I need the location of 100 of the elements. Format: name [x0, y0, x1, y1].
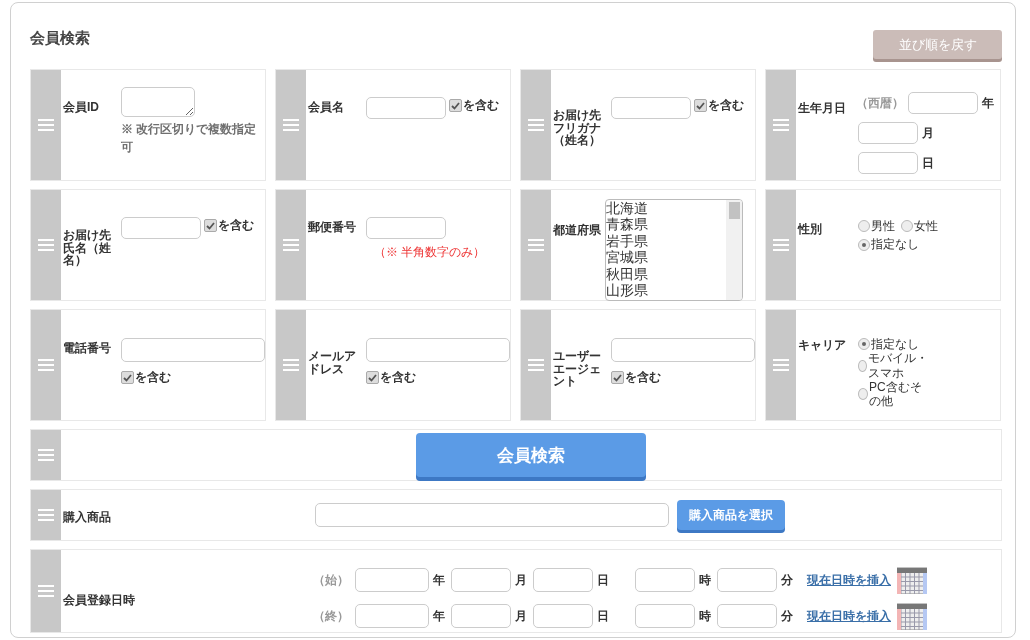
- unit-label: 時: [699, 607, 711, 625]
- list-option[interactable]: 秋田県: [606, 265, 726, 283]
- list-option[interactable]: 山形県: [606, 282, 726, 299]
- radio-label: 女性: [914, 219, 938, 234]
- insert-now-link[interactable]: 現在日時を挿入: [807, 607, 891, 625]
- input-field[interactable]: [315, 503, 669, 527]
- unit-label: 年: [982, 94, 994, 112]
- menu-icon[interactable]: [773, 119, 789, 131]
- range-label: （始）: [313, 571, 349, 589]
- checkbox[interactable]: [204, 219, 217, 232]
- insert-now-link[interactable]: 現在日時を挿入: [807, 571, 891, 589]
- checkbox[interactable]: [449, 99, 462, 112]
- drag-handle[interactable]: [31, 310, 61, 420]
- input-field[interactable]: [611, 338, 755, 362]
- drag-handle[interactable]: [31, 190, 61, 300]
- page-title: 会員検索: [30, 29, 90, 48]
- drag-handle[interactable]: [766, 70, 796, 180]
- unit-label: 時: [699, 571, 711, 589]
- menu-icon[interactable]: [283, 239, 299, 251]
- input-field[interactable]: [366, 338, 510, 362]
- field-label: 会員ID: [63, 99, 100, 114]
- drag-handle[interactable]: [31, 550, 61, 632]
- unit-label: 日: [922, 154, 934, 172]
- input-field[interactable]: [717, 568, 777, 592]
- input-field[interactable]: [121, 217, 201, 239]
- checkbox-label: を含む: [463, 97, 499, 114]
- input-field[interactable]: [908, 92, 978, 114]
- drag-handle[interactable]: [521, 190, 551, 300]
- input-field[interactable]: [121, 338, 265, 362]
- menu-icon[interactable]: [283, 119, 299, 131]
- drag-handle[interactable]: [276, 310, 306, 420]
- menu-icon[interactable]: [38, 119, 54, 131]
- radio-button[interactable]: [858, 359, 867, 372]
- input-field[interactable]: [451, 568, 511, 592]
- menu-icon[interactable]: [38, 359, 54, 371]
- input-field[interactable]: [451, 604, 511, 628]
- radio-button[interactable]: [901, 220, 913, 233]
- field-label: 購入商品: [63, 508, 112, 524]
- input-field[interactable]: [366, 97, 446, 119]
- drag-handle[interactable]: [766, 190, 796, 300]
- list-option[interactable]: 岩手県: [606, 232, 726, 250]
- field-label: 会員名: [308, 99, 345, 114]
- drag-handle[interactable]: [31, 70, 61, 180]
- menu-icon[interactable]: [38, 239, 54, 251]
- radio-label: 指定なし: [871, 336, 919, 352]
- field-label: 郵便番号: [308, 219, 357, 234]
- drag-handle[interactable]: [521, 70, 551, 180]
- menu-icon[interactable]: [38, 585, 54, 597]
- menu-icon[interactable]: [773, 359, 789, 371]
- range-label: （終）: [313, 607, 349, 625]
- input-field[interactable]: [611, 97, 691, 119]
- calendar-icon[interactable]: [897, 602, 927, 630]
- drag-handle[interactable]: [276, 70, 306, 180]
- list-option[interactable]: 北海道: [606, 200, 726, 217]
- input-field[interactable]: [355, 568, 429, 592]
- menu-icon[interactable]: [773, 239, 789, 251]
- menu-icon[interactable]: [528, 239, 544, 251]
- input-field[interactable]: [533, 604, 593, 628]
- list-option[interactable]: 宮城県: [606, 249, 726, 266]
- drag-handle[interactable]: [521, 310, 551, 420]
- input-field[interactable]: [858, 152, 918, 174]
- unit-label: 年: [433, 607, 445, 625]
- unit-label: 分: [781, 571, 793, 589]
- radio-button[interactable]: [858, 338, 870, 350]
- unit-label: 日: [597, 607, 609, 625]
- drag-handle[interactable]: [31, 430, 61, 480]
- calendar-icon[interactable]: [897, 566, 927, 594]
- input-field[interactable]: [355, 604, 429, 628]
- unit-label: 分: [781, 607, 793, 625]
- input-field[interactable]: [635, 568, 695, 592]
- checkbox[interactable]: [121, 371, 134, 384]
- input-field[interactable]: [858, 122, 918, 144]
- menu-icon[interactable]: [38, 509, 54, 521]
- field-label: ユーザーエージェント: [553, 348, 602, 388]
- input-field[interactable]: [121, 87, 195, 117]
- input-field[interactable]: [635, 604, 695, 628]
- menu-icon[interactable]: [38, 449, 54, 461]
- drag-handle[interactable]: [31, 490, 61, 540]
- unit-label: 月: [515, 571, 527, 589]
- checkbox[interactable]: [694, 99, 707, 112]
- checkbox[interactable]: [611, 371, 624, 384]
- radio-button[interactable]: [858, 238, 870, 251]
- radio-button[interactable]: [858, 388, 868, 401]
- list-option[interactable]: 青森県: [606, 216, 726, 233]
- checkbox-label: を含む: [625, 369, 661, 386]
- input-field[interactable]: [533, 568, 593, 592]
- input-field[interactable]: [366, 217, 446, 239]
- checkbox[interactable]: [366, 371, 379, 384]
- drag-handle[interactable]: [766, 310, 796, 420]
- scrollbar[interactable]: [726, 200, 742, 300]
- list-box[interactable]: 北海道 青森県 岩手県 宮城県 秋田県 山形県: [605, 199, 743, 301]
- radio-button[interactable]: [858, 220, 870, 233]
- checkbox-label: を含む: [380, 369, 416, 386]
- checkbox-label: を含む: [135, 369, 171, 386]
- input-field[interactable]: [717, 604, 777, 628]
- drag-handle[interactable]: [276, 190, 306, 300]
- checkbox-label: を含む: [708, 97, 744, 114]
- menu-icon[interactable]: [528, 119, 544, 131]
- menu-icon[interactable]: [528, 359, 544, 371]
- menu-icon[interactable]: [283, 359, 299, 371]
